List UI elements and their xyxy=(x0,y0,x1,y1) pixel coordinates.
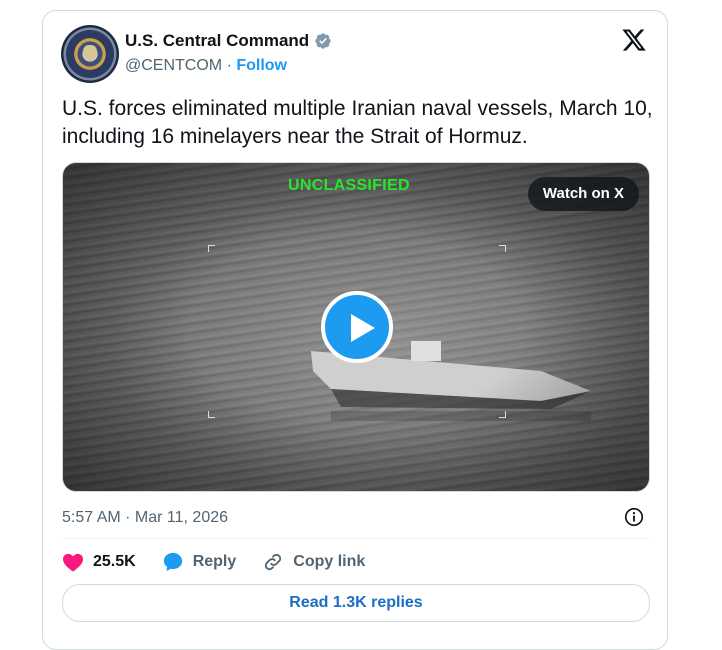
info-icon[interactable] xyxy=(623,506,645,528)
display-name[interactable]: U.S. Central Command xyxy=(125,31,309,51)
reticle-corner-tl xyxy=(208,245,215,252)
unclassified-label: UNCLASSIFIED xyxy=(288,177,410,194)
link-icon xyxy=(265,553,282,571)
separator: · xyxy=(222,57,237,74)
reticle-corner-br xyxy=(499,411,506,418)
name-row: U.S. Central Command xyxy=(125,31,332,51)
handle[interactable]: @CENTCOM xyxy=(125,57,222,74)
reply-label: Reply xyxy=(192,553,237,570)
copy-link-label: Copy link xyxy=(293,553,366,570)
avatar[interactable] xyxy=(61,25,119,83)
read-replies-button[interactable]: Read 1.3K replies xyxy=(62,584,650,622)
copy-link-button[interactable]: Copy link xyxy=(262,551,365,573)
like-count: 25.5K xyxy=(93,553,136,570)
handle-row: @CENTCOM · Follow xyxy=(125,57,287,75)
reply-button[interactable]: Reply xyxy=(162,551,237,573)
video-player[interactable]: UNCLASSIFIED Watch on X xyxy=(62,162,650,492)
tweet-text: U.S. forces eliminated multiple Iranian … xyxy=(62,97,653,148)
reply-bubble-icon xyxy=(163,552,182,572)
action-bar: 25.5K Reply Copy link xyxy=(62,551,391,573)
follow-button[interactable]: Follow xyxy=(236,57,287,74)
x-logo-icon[interactable] xyxy=(621,27,647,53)
heart-icon xyxy=(63,553,83,572)
verified-badge-icon xyxy=(315,33,331,49)
reticle-corner-bl xyxy=(208,411,215,418)
watch-on-x-button[interactable]: Watch on X xyxy=(527,177,639,211)
reticle-corner-tr xyxy=(499,245,506,252)
play-icon[interactable] xyxy=(321,291,393,363)
tweet-card: U.S. Central Command @CENTCOM · Follow U… xyxy=(42,10,668,650)
eagle-emblem xyxy=(83,45,97,61)
divider xyxy=(62,538,650,539)
like-button[interactable]: 25.5K xyxy=(62,552,136,572)
timestamp[interactable]: 5:57 AM · Mar 11, 2026 xyxy=(62,509,228,527)
